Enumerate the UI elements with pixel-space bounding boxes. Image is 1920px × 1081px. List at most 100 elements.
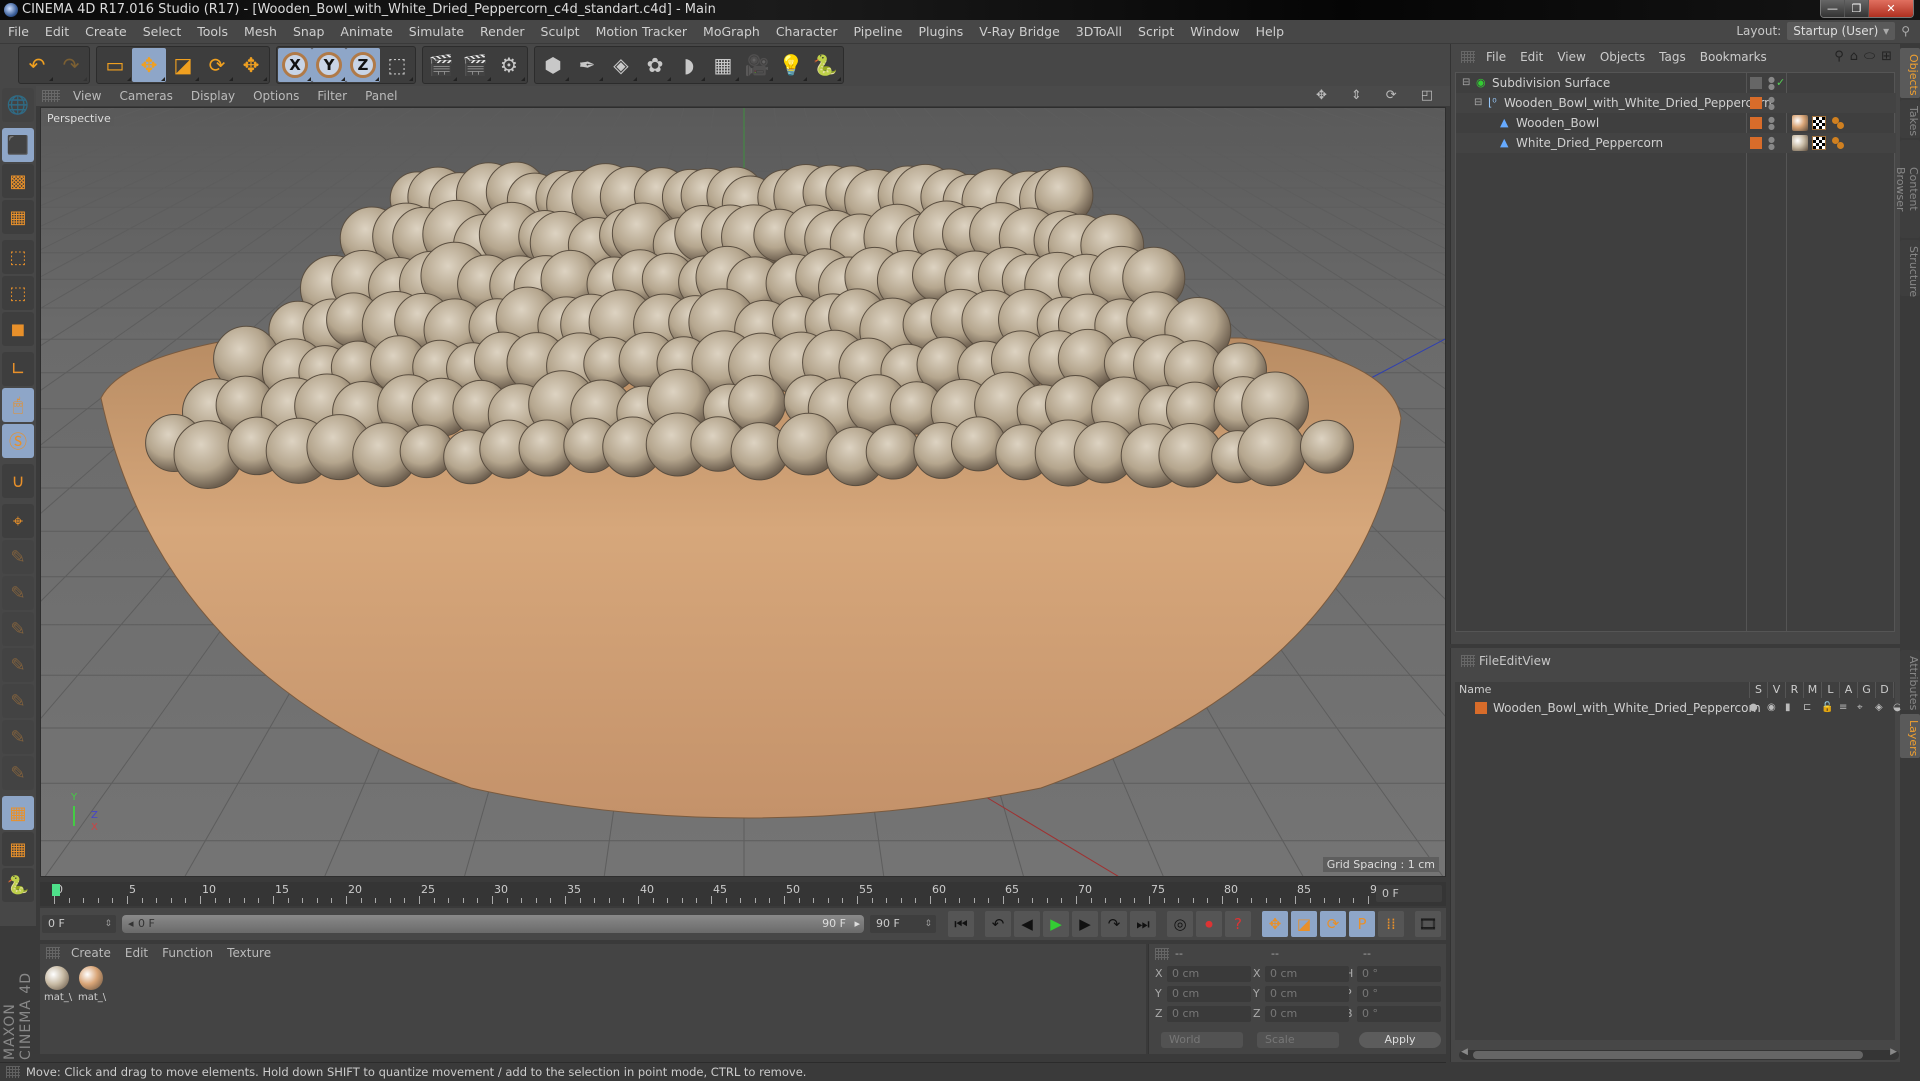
rotation-h-field[interactable]: 0 ° (1357, 966, 1441, 982)
edges-mode-button[interactable]: ⬚ (2, 276, 34, 310)
enable-axis-button[interactable]: ∟ (2, 352, 34, 386)
animation-icon[interactable]: ≡ (1839, 698, 1847, 718)
viewport-menu-options[interactable]: Options (244, 89, 308, 103)
viewport-menu-display[interactable]: Display (182, 89, 244, 103)
object-menu-file[interactable]: File (1479, 50, 1513, 64)
current-frame-field[interactable]: 0 F (1376, 885, 1442, 902)
live-selection-button[interactable]: ▭ (98, 48, 132, 82)
tweak-mode-button[interactable]: 🖱 (2, 388, 34, 422)
dolly-view-icon[interactable]: ⇕ (1342, 88, 1371, 103)
panel-grip[interactable] (1461, 655, 1475, 667)
menu-3dtoall[interactable]: 3DToAll (1068, 24, 1130, 39)
material-menu-texture[interactable]: Texture (220, 946, 278, 960)
auto-keying-button[interactable]: ⏺ (1196, 911, 1222, 937)
menu-mesh[interactable]: Mesh (236, 24, 285, 39)
column-a[interactable]: A (1839, 682, 1857, 698)
column-l[interactable]: L (1821, 682, 1839, 698)
snapping-button[interactable]: ∪ (2, 464, 34, 498)
cloner-button[interactable]: ✿ (638, 48, 672, 82)
layer-color-swatch[interactable] (1475, 702, 1487, 714)
tab-content-browser[interactable]: Content Browser (1894, 140, 1920, 238)
layer-color-swatch[interactable] (1750, 97, 1762, 109)
home-icon[interactable]: ⌂ (1850, 49, 1858, 64)
search-icon[interactable]: ⚲ (1901, 24, 1910, 38)
collapse-toggle-icon[interactable]: ⊟ (1462, 73, 1470, 93)
keyframe-selection-button[interactable]: ? (1225, 911, 1251, 937)
pan-view-icon[interactable]: ✥ (1307, 88, 1336, 103)
material-swatch[interactable]: mat_\ (44, 966, 72, 1003)
panel-grip[interactable] (1155, 948, 1169, 960)
undo-button[interactable]: ↶ (20, 48, 54, 82)
polygons-mode-button[interactable]: ◼ (2, 312, 34, 346)
render-icon[interactable]: ▮ (1785, 698, 1791, 718)
rotation-p-field[interactable]: 0 ° (1357, 986, 1441, 1002)
viewport-menu-panel[interactable]: Panel (356, 89, 406, 103)
visibility-dots-icon[interactable]: ● ● (1768, 116, 1775, 131)
menu-tools[interactable]: Tools (189, 24, 236, 39)
play-button[interactable]: ▶ (1043, 911, 1069, 937)
minimize-button[interactable]: — (1821, 0, 1845, 17)
cube-button[interactable]: ⬢ (536, 48, 570, 82)
camera-button[interactable]: 🎥 (740, 48, 774, 82)
object-row[interactable]: ⌊⁰ ⊟ Wooden_Bowl_with_White_Dried_Pepperco… (1456, 93, 1896, 113)
tab-takes[interactable]: Takes (1900, 100, 1920, 138)
position-x-field[interactable]: 0 cm (1167, 966, 1251, 982)
filter-icon[interactable]: ⬭ (1864, 49, 1875, 64)
rotation-b-field[interactable]: 0 ° (1357, 1006, 1441, 1022)
object-row[interactable]: ◉ ⊟ Subdivision Surface ● ● ✓ (1456, 73, 1896, 93)
visibility-dots-icon[interactable]: ● ● (1768, 96, 1775, 111)
apply-button[interactable]: Apply (1359, 1032, 1441, 1048)
menu-pipeline[interactable]: Pipeline (846, 24, 911, 39)
search-icon[interactable]: ⚲ (1834, 49, 1844, 64)
next-frame-button[interactable]: ▶ (1072, 911, 1098, 937)
menu-edit[interactable]: Edit (37, 24, 77, 39)
object-menu-view[interactable]: View (1550, 50, 1592, 64)
go-to-end-button[interactable]: ⏭ (1130, 911, 1156, 937)
deformer-button[interactable]: ◗ (672, 48, 706, 82)
layout-dropdown[interactable]: Startup (User) (1787, 22, 1896, 40)
column-r[interactable]: R (1785, 682, 1803, 698)
go-to-start-button[interactable]: ⏮ (948, 911, 974, 937)
texture-mode-button[interactable]: ▩ (2, 164, 34, 198)
x-axis-button[interactable]: X (278, 48, 312, 82)
column-m[interactable]: M (1803, 682, 1821, 698)
frame-range-slider[interactable]: ◂ 0 F 90 F ▸ (122, 915, 864, 933)
horizontal-scrollbar[interactable]: ◀ ▶ (1459, 1047, 1899, 1060)
column-name[interactable]: Name (1459, 683, 1491, 696)
panel-grip[interactable] (1461, 51, 1475, 63)
tab-layers[interactable]: Layers (1900, 714, 1920, 758)
3d-viewport[interactable]: Perspective Y Z X Grid Spacing : 1 cm (40, 107, 1446, 877)
timeline-ruler[interactable]: 051015202530354045505560657075808590 0 F (40, 882, 1446, 906)
workplane-align-button[interactable]: ▦ (2, 832, 34, 866)
manager-icon[interactable]: ⊏ (1803, 698, 1811, 718)
brush-target-button[interactable]: ✎ (2, 684, 34, 718)
enabled-check-icon[interactable]: ✓ (1776, 73, 1785, 93)
size-x-field[interactable]: 0 cm (1265, 966, 1349, 982)
tab-structure[interactable]: Structure (1900, 240, 1920, 297)
menu-snap[interactable]: Snap (285, 24, 332, 39)
coordinate-type-dropdown[interactable]: Scale (1257, 1032, 1339, 1048)
material-menu-function[interactable]: Function (155, 946, 220, 960)
render-picture-viewer-button[interactable]: 🎬 (458, 48, 492, 82)
make-editable-button[interactable]: 🌐 (2, 88, 34, 122)
previous-key-button[interactable]: ↶ (985, 911, 1011, 937)
panel-grip[interactable] (6, 1066, 20, 1078)
menu-animate[interactable]: Animate (332, 24, 400, 39)
panel-grip[interactable] (42, 90, 60, 102)
maximize-view-icon[interactable]: ◰ (1412, 88, 1442, 103)
solo-mode-button[interactable]: Ⓢ (2, 424, 34, 458)
close-button[interactable]: ✕ (1869, 0, 1913, 17)
subdivision-surface-button[interactable]: ◈ (604, 48, 638, 82)
orbit-view-icon[interactable]: ⟳ (1377, 88, 1406, 103)
collapse-toggle-icon[interactable]: ⊟ (1474, 93, 1482, 113)
menu-plugins[interactable]: Plugins (910, 24, 971, 39)
brush-psr-button[interactable]: ✎ (2, 648, 34, 682)
move-button[interactable]: ✥ (132, 48, 166, 82)
python-button[interactable]: 🐍 (808, 48, 842, 82)
menu-v-ray-bridge[interactable]: V-Ray Bridge (971, 24, 1068, 39)
menu-create[interactable]: Create (77, 24, 135, 39)
position-y-field[interactable]: 0 cm (1167, 986, 1251, 1002)
brush-add-button[interactable]: ✎ (2, 540, 34, 574)
key-rotation-button[interactable]: ⟳ (1320, 911, 1346, 937)
layer-color-swatch[interactable] (1750, 137, 1762, 149)
